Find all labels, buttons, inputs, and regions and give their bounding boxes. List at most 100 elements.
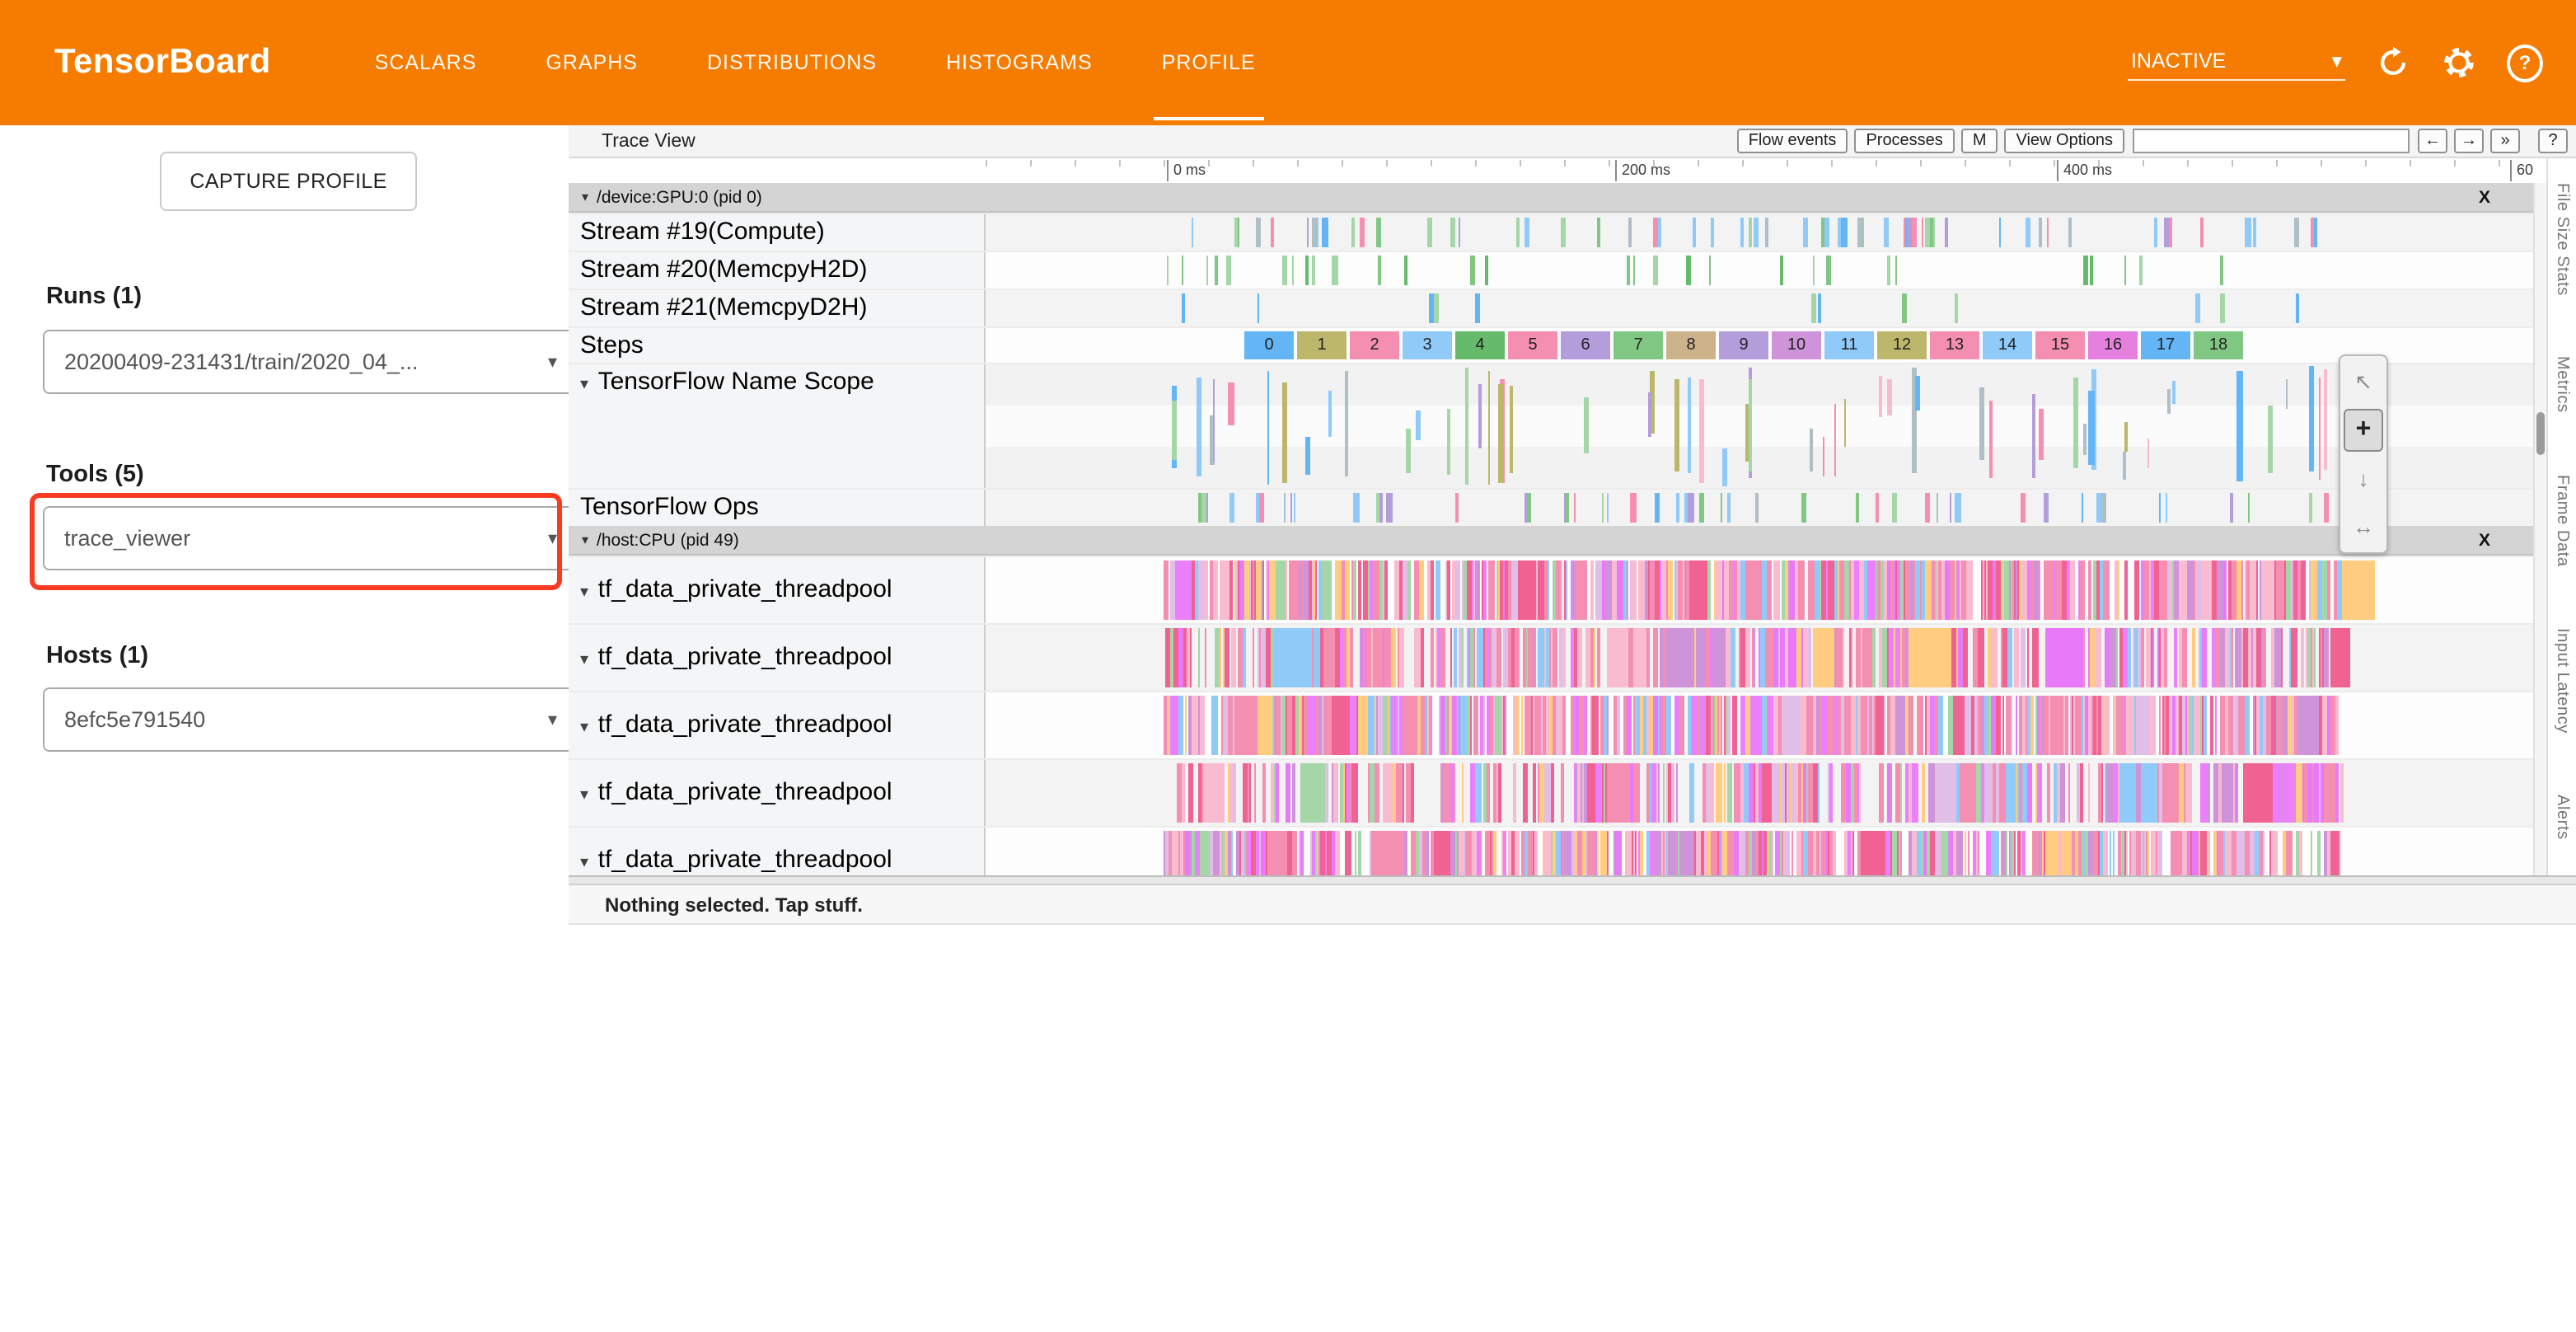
trace-event[interactable] — [2292, 763, 2295, 823]
trace-event[interactable] — [1489, 560, 1495, 620]
trace-event[interactable] — [1203, 560, 1208, 620]
trace-event[interactable] — [1981, 696, 1984, 755]
trace-event[interactable] — [2324, 369, 2327, 471]
trace-event[interactable] — [2143, 831, 2146, 877]
trace-event[interactable] — [2166, 696, 2169, 755]
trace-event[interactable] — [1635, 696, 1640, 755]
track-canvas[interactable] — [986, 214, 2533, 251]
trace-event[interactable] — [2022, 831, 2025, 877]
trace-event[interactable] — [2165, 493, 2167, 523]
trace-event[interactable] — [1600, 831, 1607, 877]
trace-event[interactable] — [1650, 831, 1656, 877]
trace-event[interactable] — [1693, 218, 1697, 247]
trace-event[interactable] — [1483, 628, 1485, 687]
trace-event[interactable] — [2280, 763, 2283, 823]
trace-event[interactable] — [1597, 218, 1600, 247]
trace-event[interactable] — [1271, 218, 1275, 247]
trace-event[interactable] — [1227, 831, 1230, 877]
trace-event[interactable] — [1192, 218, 1193, 247]
trace-event[interactable] — [2095, 628, 2101, 687]
trace-event[interactable] — [2232, 831, 2233, 877]
trace-event[interactable] — [2164, 218, 2168, 247]
trace-event[interactable] — [1213, 831, 1219, 877]
trace-event[interactable] — [2318, 696, 2321, 755]
trace-event[interactable] — [1274, 628, 1311, 687]
trace-event[interactable] — [1887, 378, 1891, 415]
trace-event[interactable] — [1293, 763, 1296, 823]
trace-event[interactable] — [2183, 831, 2187, 877]
trace-event[interactable] — [1515, 831, 1519, 877]
trace-event[interactable] — [1898, 696, 1903, 755]
trace-event[interactable] — [1449, 696, 1453, 755]
trace-event[interactable] — [1328, 560, 1331, 620]
trace-event[interactable] — [1910, 696, 1913, 755]
trace-event[interactable] — [1761, 560, 1766, 620]
trace-event[interactable] — [1351, 763, 1357, 823]
trace-event[interactable] — [2020, 628, 2025, 687]
trace-event[interactable] — [1570, 696, 1574, 755]
trace-event[interactable] — [1446, 763, 1450, 823]
trace-event[interactable] — [2213, 763, 2218, 823]
trace-event[interactable] — [1535, 560, 1538, 620]
trace-event[interactable] — [2207, 763, 2210, 823]
trace-event[interactable] — [1748, 218, 1752, 247]
trace-event[interactable] — [2340, 560, 2374, 620]
trace-event[interactable] — [1550, 628, 1553, 687]
trace-event[interactable] — [2327, 763, 2330, 823]
trace-event[interactable] — [2217, 831, 2219, 877]
selection-tool-button[interactable]: ↖ — [2344, 361, 2383, 404]
trace-event[interactable] — [1700, 378, 1705, 482]
trace-event[interactable] — [1916, 560, 1920, 620]
trace-event[interactable] — [1712, 218, 1715, 247]
trace-event[interactable] — [1710, 763, 1713, 823]
trace-event[interactable] — [2044, 493, 2049, 523]
trace-event[interactable] — [2124, 560, 2128, 620]
trace-event[interactable] — [2159, 493, 2161, 523]
trace-event[interactable] — [1285, 560, 1287, 620]
zoom-tool-button[interactable]: + — [2344, 409, 2383, 452]
trace-event[interactable] — [1901, 560, 1904, 620]
trace-event[interactable] — [1991, 831, 1995, 877]
step-block[interactable]: 0 — [1244, 331, 1294, 359]
trace-event[interactable] — [1215, 628, 1220, 687]
step-block[interactable]: 17 — [2141, 331, 2190, 359]
trace-event[interactable] — [2002, 831, 2005, 877]
trace-event[interactable] — [1740, 763, 1743, 823]
trace-event[interactable] — [1965, 628, 1969, 687]
trace-event[interactable] — [1851, 628, 1852, 687]
trace-event[interactable] — [2287, 831, 2293, 877]
close-section-button[interactable]: X — [2479, 530, 2490, 550]
trace-event[interactable] — [1925, 493, 1930, 523]
trace-event[interactable] — [1593, 628, 1595, 687]
trace-event[interactable] — [2175, 628, 2176, 687]
trace-event[interactable] — [2107, 763, 2113, 823]
trace-event[interactable] — [1965, 696, 1970, 755]
trace-event[interactable] — [1301, 696, 1304, 755]
trace-event[interactable] — [1660, 628, 1662, 687]
trace-event[interactable] — [1375, 763, 1380, 823]
trace-event[interactable] — [1909, 628, 1941, 687]
trace-event[interactable] — [1436, 560, 1440, 620]
trace-event[interactable] — [1837, 628, 1843, 687]
side-tab-metrics[interactable]: Metrics — [2553, 357, 2571, 414]
trace-event[interactable] — [1415, 411, 1420, 441]
trace-event[interactable] — [2088, 696, 2091, 755]
trace-event[interactable] — [1229, 493, 1234, 523]
trace-event[interactable] — [1476, 560, 1480, 620]
trace-event[interactable] — [1299, 831, 1300, 877]
trace-event[interactable] — [1287, 831, 1291, 877]
trace-event[interactable] — [2171, 831, 2175, 877]
trace-event[interactable] — [1410, 696, 1415, 755]
trace-event[interactable] — [2176, 696, 2179, 755]
trace-event[interactable] — [1751, 628, 1754, 687]
trace-event[interactable] — [1903, 293, 1907, 323]
trace-event[interactable] — [1886, 831, 1890, 877]
scrollbar-thumb[interactable] — [2536, 412, 2545, 455]
toolbar-button-flow-events[interactable]: Flow events — [1737, 129, 1848, 153]
trace-event[interactable] — [1909, 763, 1911, 823]
trace-event[interactable] — [1811, 293, 1816, 323]
trace-event[interactable] — [1677, 831, 1679, 877]
trace-event[interactable] — [1399, 628, 1402, 687]
trace-event[interactable] — [2103, 560, 2109, 620]
trace-event[interactable] — [1322, 560, 1328, 620]
